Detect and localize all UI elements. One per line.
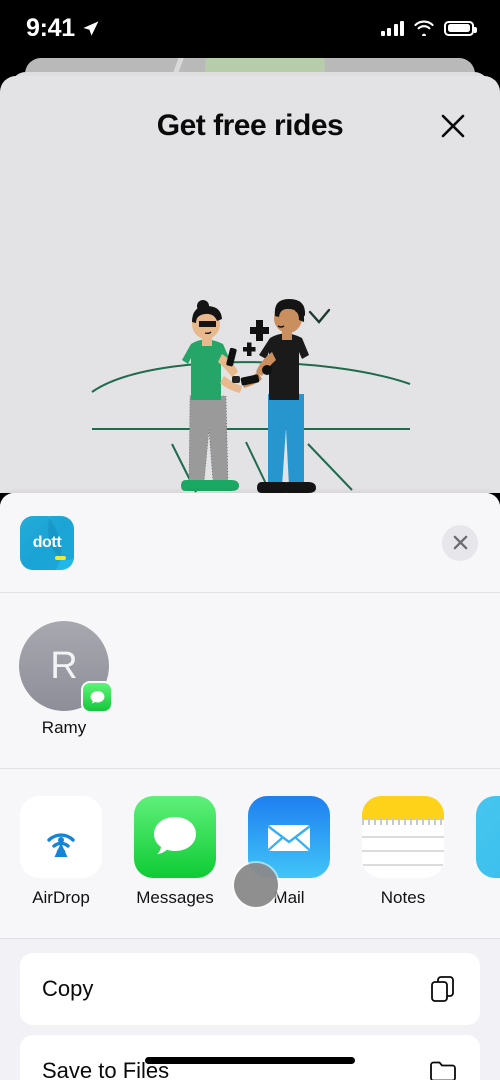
app-label: Notes: [380, 888, 426, 907]
app-item-dott[interactable]: D: [476, 796, 500, 938]
notes-icon: [362, 796, 444, 878]
action-copy[interactable]: Copy: [20, 953, 480, 1025]
contacts-row: R Ramy: [0, 593, 500, 769]
contact-item[interactable]: R Ramy: [18, 621, 113, 768]
battery-icon: [444, 20, 477, 36]
wifi-icon: [414, 20, 434, 36]
promo-modal: Get free rides: [0, 76, 500, 493]
app-item-airdrop[interactable]: AirDrop: [20, 796, 102, 938]
app-label: Messages: [136, 888, 214, 907]
promo-illustration: [91, 299, 411, 493]
location-arrow-icon: [83, 20, 99, 36]
phone-screen: 9:41 Get free rides dott R Ramy AirDrop …: [0, 0, 500, 1080]
share-sheet-header: dott: [0, 493, 500, 593]
touch-cursor: [234, 863, 278, 907]
messages-bubble-icon: [81, 681, 113, 713]
status-bar: 9:41: [0, 0, 500, 56]
status-bar-left: 9:41: [26, 14, 100, 43]
close-circle-icon[interactable]: [442, 524, 478, 561]
avatar-wrapper: R: [19, 621, 113, 713]
messages-icon: [134, 796, 216, 878]
app-item-notes[interactable]: Notes: [362, 796, 444, 938]
dott-app-icon: [476, 796, 500, 878]
app-label: AirDrop: [32, 888, 90, 907]
apps-row: AirDrop Messages Mail Notes: [0, 769, 500, 939]
share-sheet: dott R Ramy AirDrop Messages Mail Notes …: [0, 493, 500, 1080]
promo-header: Get free rides: [0, 76, 500, 176]
app-icon-accent: [55, 555, 66, 560]
close-icon[interactable]: [436, 109, 470, 143]
copy-icon: [431, 976, 454, 1002]
dott-app-icon: dott: [20, 515, 74, 570]
contact-name: Ramy: [41, 718, 87, 737]
app-label: Mail: [273, 888, 305, 907]
app-item-messages[interactable]: Messages: [134, 796, 216, 938]
home-indicator-bar: [145, 1057, 355, 1064]
app-icon-label: dott: [32, 533, 62, 551]
airdrop-icon: [20, 796, 102, 878]
page-title: Get free rides: [156, 109, 344, 142]
status-bar-right: [380, 20, 477, 36]
action-label: Copy: [42, 976, 94, 1001]
cellular-signal-icon: [380, 20, 404, 36]
left-person: [181, 300, 242, 491]
status-time: 9:41: [26, 13, 75, 42]
folder-icon: [430, 1061, 456, 1080]
